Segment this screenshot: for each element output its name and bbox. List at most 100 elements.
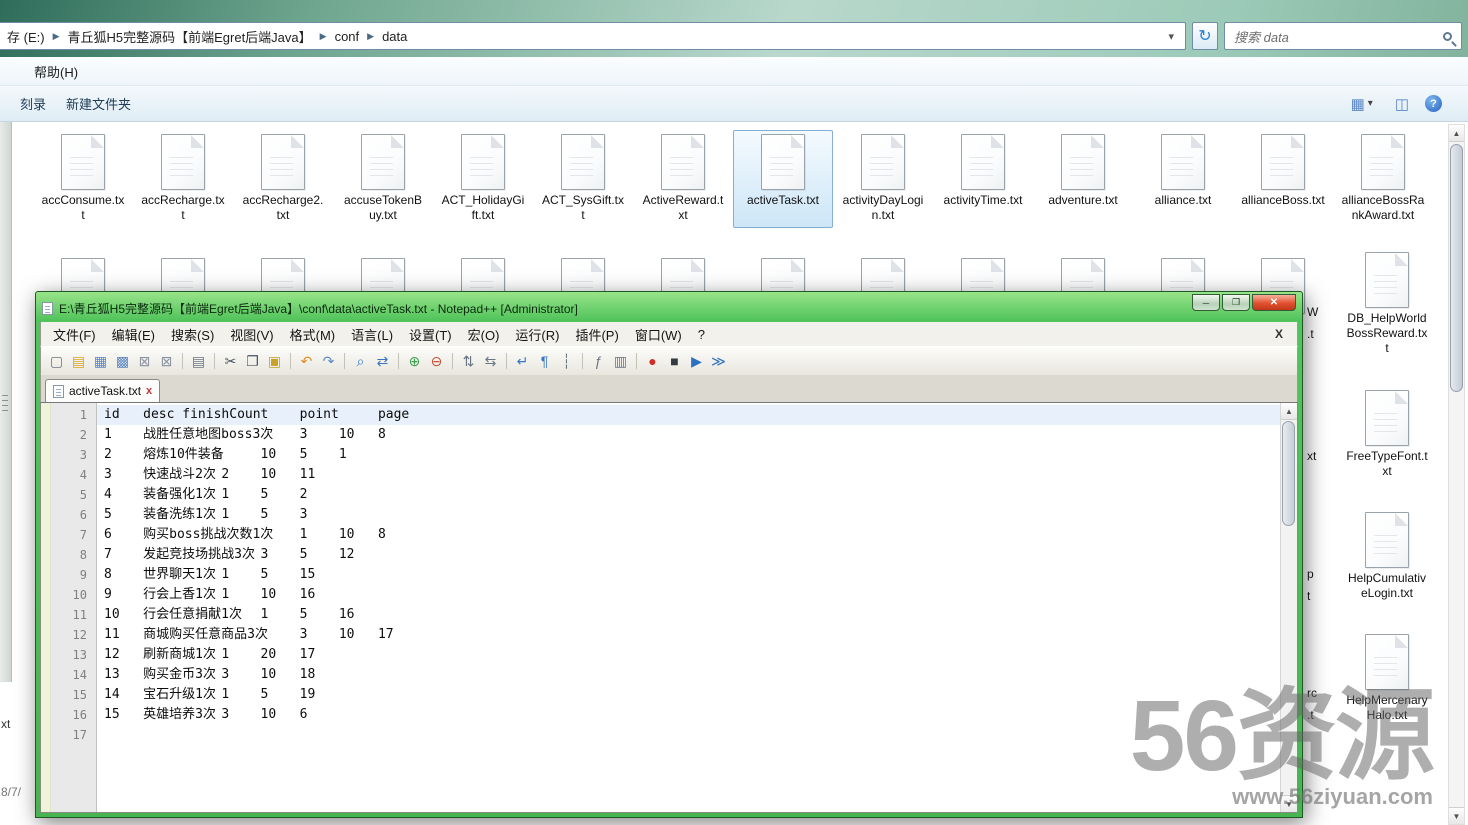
menu-file[interactable]: 文件(F) xyxy=(45,323,104,346)
notepad-titlebar[interactable]: E:\青丘狐H5完整源码【前端Egret后端Java】\conf\data\ac… xyxy=(40,292,1298,322)
file-item[interactable]: FreeTypeFont.txt xyxy=(1337,390,1437,479)
menu-window[interactable]: 窗口(W) xyxy=(627,323,690,346)
editor[interactable]: 1id desc finishCount point page 21 战胜任意地… xyxy=(40,402,1298,813)
line-number: 11 xyxy=(41,605,97,625)
line-number: 5 xyxy=(41,485,97,505)
word-wrap-icon[interactable]: ↵ xyxy=(513,352,532,371)
change-view-button[interactable]: ▦ ▾ xyxy=(1345,95,1379,113)
file-item[interactable]: accuseTokenBuy.txt xyxy=(333,130,433,228)
line-number: 1 xyxy=(41,405,97,425)
maximize-button[interactable]: ❐ xyxy=(1222,294,1250,311)
new-file-icon[interactable]: ▢ xyxy=(47,352,66,371)
file-item[interactable]: accRecharge.txt xyxy=(133,130,233,228)
print-icon[interactable]: ▤ xyxy=(189,352,208,371)
burn-button[interactable]: 刻录 xyxy=(10,90,56,117)
find-icon[interactable]: ⌕ xyxy=(351,352,370,371)
record-macro-icon[interactable]: ● xyxy=(643,352,662,371)
file-item[interactable]: ACT_HolidayGift.txt xyxy=(433,130,533,228)
menu-language[interactable]: 语言(L) xyxy=(343,323,401,346)
menu-help[interactable]: ? xyxy=(690,325,713,344)
file-item-selected[interactable]: activeTask.txt xyxy=(733,130,833,228)
left-scrollbar[interactable] xyxy=(0,122,12,682)
copy-icon[interactable]: ❐ xyxy=(243,352,262,371)
file-item[interactable]: allianceBossRankAward.txt xyxy=(1333,130,1433,228)
redo-icon[interactable]: ↷ xyxy=(319,352,338,371)
notepad-window: E:\青丘狐H5完整源码【前端Egret后端Java】\conf\data\ac… xyxy=(35,291,1303,818)
scroll-up-icon[interactable]: ▲ xyxy=(1449,125,1464,142)
close-all-icon[interactable]: ⊠ xyxy=(157,352,176,371)
menu-help[interactable]: 帮助(H) xyxy=(24,58,88,85)
scroll-down-icon[interactable]: ▼ xyxy=(1449,807,1464,824)
file-item[interactable]: accRecharge2.txt xyxy=(233,130,333,228)
file-item[interactable]: HelpCumulativeLogin.txt xyxy=(1337,512,1437,601)
scrollbar-thumb[interactable] xyxy=(1282,421,1295,526)
indent-guide-icon[interactable]: ┆ xyxy=(557,352,576,371)
file-item[interactable]: HelpMercenaryHalo.txt xyxy=(1337,634,1437,723)
explorer-scrollbar[interactable]: ▲ ▼ xyxy=(1448,124,1465,825)
run-multi-icon[interactable]: ≫ xyxy=(709,352,728,371)
tab-close-icon[interactable]: x xyxy=(146,385,152,397)
menu-search[interactable]: 搜索(S) xyxy=(163,323,222,346)
menu-run[interactable]: 运行(R) xyxy=(507,323,567,346)
sync-vertical-icon[interactable]: ⇅ xyxy=(459,352,478,371)
menu-settings[interactable]: 设置(T) xyxy=(401,323,460,346)
zoom-in-icon[interactable]: ⊕ xyxy=(405,352,424,371)
file-item[interactable]: ACT_SysGift.txt xyxy=(533,130,633,228)
file-name: DB_HelpWorldBossReward.txt xyxy=(1345,311,1429,356)
file-item[interactable]: allianceBoss.txt xyxy=(1233,130,1333,228)
preview-pane-button[interactable]: ◫ xyxy=(1395,95,1409,113)
refresh-button[interactable]: ↻ xyxy=(1192,22,1218,50)
menu-view[interactable]: 视图(V) xyxy=(222,323,281,346)
close-button[interactable]: ✕ xyxy=(1252,294,1296,311)
address-dropdown-icon[interactable]: ▾ xyxy=(1163,30,1179,43)
tab-activetask[interactable]: activeTask.txt x xyxy=(45,379,160,402)
scroll-up-icon[interactable]: ▲ xyxy=(1281,403,1297,420)
breadcrumb-item-conf[interactable]: conf xyxy=(329,29,366,44)
menu-edit[interactable]: 编辑(E) xyxy=(104,323,163,346)
zoom-out-icon[interactable]: ⊖ xyxy=(427,352,446,371)
show-all-chars-icon[interactable]: ¶ xyxy=(535,352,554,371)
replace-icon[interactable]: ⇄ xyxy=(373,352,392,371)
minimize-button[interactable]: ─ xyxy=(1192,294,1220,311)
scroll-down-icon[interactable]: ▼ xyxy=(1281,795,1297,812)
file-item[interactable]: adventure.txt xyxy=(1033,130,1133,228)
paste-icon[interactable]: ▣ xyxy=(265,352,284,371)
file-item[interactable]: activityDayLogin.txt xyxy=(833,130,933,228)
save-icon[interactable]: ▦ xyxy=(91,352,110,371)
file-item[interactable]: DB_HelpWorldBossReward.txt xyxy=(1337,252,1437,356)
address-bar[interactable]: 存 (E:) ▶ 青丘狐H5完整源码【前端Egret后端Java】 ▶ conf… xyxy=(0,22,1186,50)
help-button[interactable]: ? xyxy=(1425,95,1442,112)
new-folder-button[interactable]: 新建文件夹 xyxy=(56,90,141,117)
search-icon[interactable] xyxy=(1443,32,1452,41)
file-item[interactable]: alliance.txt xyxy=(1133,130,1233,228)
undo-icon[interactable]: ↶ xyxy=(297,352,316,371)
function-list-icon[interactable]: ƒ xyxy=(589,352,608,371)
search-box[interactable]: 搜索 data xyxy=(1224,22,1462,50)
close-doc-icon[interactable]: ⊠ xyxy=(135,352,154,371)
editor-scrollbar[interactable]: ▲ ▼ xyxy=(1280,403,1297,812)
breadcrumb-separator-icon: ▶ xyxy=(365,31,376,42)
open-folder-icon[interactable]: ▤ xyxy=(69,352,88,371)
breadcrumb-item-source-folder[interactable]: 青丘狐H5完整源码【前端Egret后端Java】 xyxy=(61,27,317,46)
menu-plugins[interactable]: 插件(P) xyxy=(567,323,626,346)
line-text: 8 世界聊天1次 1 5 15 xyxy=(97,565,1280,585)
breadcrumb-item-data[interactable]: data xyxy=(376,29,413,44)
cut-icon[interactable]: ✂ xyxy=(221,352,240,371)
save-all-icon[interactable]: ▩ xyxy=(113,352,132,371)
stop-macro-icon[interactable]: ■ xyxy=(665,352,684,371)
line-number: 12 xyxy=(41,625,97,645)
breadcrumb-separator-icon: ▶ xyxy=(318,31,329,42)
file-item[interactable]: activityTime.txt xyxy=(933,130,1033,228)
menu-macro[interactable]: 宏(O) xyxy=(460,323,508,346)
file-item[interactable]: ActiveReward.txt xyxy=(633,130,733,228)
menu-format[interactable]: 格式(M) xyxy=(282,323,344,346)
notepad-menubar: 文件(F) 编辑(E) 搜索(S) 视图(V) 格式(M) 语言(L) 设置(T… xyxy=(40,322,1298,346)
menubar-close-icon[interactable]: X xyxy=(1265,327,1293,341)
sync-horizontal-icon[interactable]: ⇆ xyxy=(481,352,500,371)
scrollbar-thumb[interactable] xyxy=(1450,144,1463,392)
breadcrumb-item-drive[interactable]: 存 (E:) xyxy=(1,27,51,46)
file-item[interactable]: accConsume.txt xyxy=(33,130,133,228)
explorer-menubar: 帮助(H) xyxy=(0,57,1468,86)
doc-map-icon[interactable]: ▥ xyxy=(611,352,630,371)
play-macro-icon[interactable]: ▶ xyxy=(687,352,706,371)
